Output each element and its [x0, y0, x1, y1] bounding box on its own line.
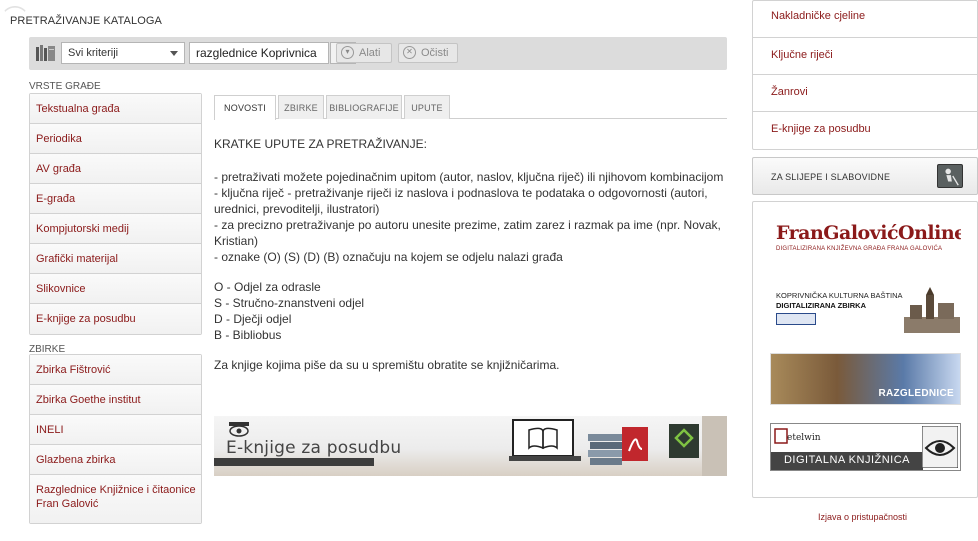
- tab-bibliographies[interactable]: BIBLIOGRAFIJE: [326, 95, 402, 119]
- sidebar-item-graphic[interactable]: Grafički materijal: [30, 244, 201, 274]
- clear-x-icon: ✕: [403, 46, 416, 59]
- epub-icon: [669, 424, 699, 458]
- collections-menu: Zbirka Fištrović Zbirka Goethe institut …: [29, 354, 202, 524]
- fran-galovic-online-banner[interactable]: FranGalovićOnline DIGITALIZIRANA KNJIŽEV…: [770, 214, 961, 264]
- instruction-line: - oznake (O) (S) (D) (B) označuju na koj…: [214, 250, 563, 264]
- fran-galovic-online-subtitle: DIGITALIZIRANA KNJIŽEVNA GRAĐA FRANA GAL…: [776, 246, 943, 252]
- postcards-banner[interactable]: RAZGLEDNICE: [770, 353, 961, 405]
- tab-collections[interactable]: ZBIRKE: [278, 95, 324, 119]
- digital-library-label: DIGITALNA KNJIŽNICA: [771, 452, 923, 470]
- accessibility-statement-link[interactable]: Izjava o pristupačnosti: [818, 512, 907, 522]
- page-title: PRETRAŽIVANJE KATALOGA: [10, 15, 162, 27]
- clear-button[interactable]: ✕ Očisti: [398, 43, 458, 63]
- heritage-title: KOPRIVNIČKA KULTURNA BAŠTINA: [776, 291, 903, 300]
- book-stack-icon: [588, 434, 622, 465]
- sidebar-item-music[interactable]: Glazbena zbirka: [30, 445, 201, 475]
- link-publisher-series[interactable]: Nakladničke cjeline: [753, 1, 977, 38]
- fran-galovic-online-title: FranGalovićOnline: [776, 222, 961, 244]
- department-line: O - Odjel za odrasle: [214, 280, 321, 294]
- sidebar-item-computer-media[interactable]: Kompjutorski medij: [30, 214, 201, 244]
- tab-news[interactable]: NOVOSTI: [214, 95, 276, 120]
- koprivnica-heritage-banner[interactable]: KOPRIVNIČKA KULTURNA BAŠTINA DIGITALIZIR…: [770, 285, 961, 335]
- heritage-logo: [776, 313, 816, 325]
- accessibility-button[interactable]: ZA SLIJEPE I SLABOVIDNE: [752, 157, 978, 195]
- department-line: D - Dječji odjel: [214, 312, 292, 326]
- tools-button-label: Alati: [359, 47, 381, 59]
- sidebar-item-av[interactable]: AV građa: [30, 154, 201, 184]
- book-logo-icon: [774, 428, 788, 444]
- search-toolbar: Svi kriteriji razglednice Koprivnica ▾ A…: [29, 37, 727, 70]
- digital-library-logo: etelwin: [787, 433, 821, 443]
- clear-button-label: Očisti: [421, 47, 449, 59]
- sidebar-item-picture-books[interactable]: Slikovnice: [30, 274, 201, 304]
- instructions-heading: KRATKE UPUTE ZA PRETRAŽIVANJE:: [214, 137, 427, 151]
- chevron-down-icon: [170, 51, 178, 56]
- accessibility-label: ZA SLIJEPE I SLABOVIDNE: [771, 172, 891, 182]
- link-e-books[interactable]: E-knjige za posudbu: [753, 112, 977, 149]
- tab-instructions[interactable]: UPUTE: [404, 95, 450, 119]
- catalog-books-icon: [36, 45, 55, 61]
- instruction-line: - pretraživati možete pojedinačnim upito…: [214, 170, 724, 184]
- sidebar-item-fistrovic[interactable]: Zbirka Fištrović: [30, 355, 201, 385]
- search-input[interactable]: razglednice Koprivnica: [189, 42, 329, 64]
- tools-button[interactable]: ▾ Alati: [336, 43, 392, 63]
- instruction-line: - za precizno pretraživanje po autoru un…: [214, 218, 721, 248]
- eye-logo-icon: [229, 422, 249, 437]
- banner-bookshelf: [702, 416, 727, 476]
- content-tabs: NOVOSTI ZBIRKE BIBLIOGRAFIJE UPUTE: [214, 95, 727, 120]
- storage-note: Za knjige kojima piše da su u spremištu …: [214, 358, 560, 372]
- sidebar-item-ineli[interactable]: INELI: [30, 415, 201, 445]
- sidebar-item-postcards[interactable]: Razglednice Knjižnice i čitaonice Fran G…: [30, 475, 201, 523]
- browse-links: Nakladničke cjeline Ključne riječi Žanro…: [752, 0, 978, 150]
- partner-banners: FranGalovićOnline DIGITALIZIRANA KNJIŽEV…: [752, 201, 978, 498]
- criteria-select-value: Svi kriteriji: [68, 47, 119, 59]
- sidebar-item-textual[interactable]: Tekstualna građa: [30, 94, 201, 124]
- instruction-line: - ključna riječ - pretraživanje riječi i…: [214, 186, 708, 216]
- material-types-menu: Tekstualna građa Periodika AV građa E-gr…: [29, 93, 202, 335]
- sidebar-item-e-books[interactable]: E-knjige za posudbu: [30, 304, 201, 334]
- pdf-icon: [622, 427, 648, 461]
- ebooks-banner[interactable]: E-knjige za posudbu: [214, 416, 727, 476]
- chevron-down-circle-icon: ▾: [341, 46, 354, 59]
- sidebar-item-periodicals[interactable]: Periodika: [30, 124, 201, 154]
- eye-icon: [922, 426, 958, 468]
- sidebar-item-e-material[interactable]: E-građa: [30, 184, 201, 214]
- link-genres[interactable]: Žanrovi: [753, 75, 977, 112]
- link-keywords[interactable]: Ključne riječi: [753, 38, 977, 75]
- banner-dark-stripe: [214, 458, 374, 466]
- department-line: B - Bibliobus: [214, 328, 282, 342]
- instructions-panel: KRATKE UPUTE ZA PRETRAŽIVANJE: - pretraž…: [214, 137, 726, 373]
- laptop-book-icon: [509, 419, 581, 461]
- postcards-label: RAZGLEDNICE: [878, 388, 954, 399]
- heritage-subtitle: DIGITALIZIRANA ZBIRKA: [776, 301, 866, 310]
- blind-accessibility-icon: [937, 164, 963, 188]
- sidebar-item-goethe[interactable]: Zbirka Goethe institut: [30, 385, 201, 415]
- ebooks-banner-title: E-knjige za posudbu: [226, 438, 402, 458]
- digital-library-banner[interactable]: etelwin DIGITALNA KNJIŽNICA: [770, 423, 961, 471]
- material-types-label: VRSTE GRAĐE: [29, 81, 101, 92]
- criteria-select[interactable]: Svi kriteriji: [61, 42, 185, 64]
- town-skyline-icon: [904, 287, 960, 333]
- department-line: S - Stručno-znanstveni odjel: [214, 296, 365, 310]
